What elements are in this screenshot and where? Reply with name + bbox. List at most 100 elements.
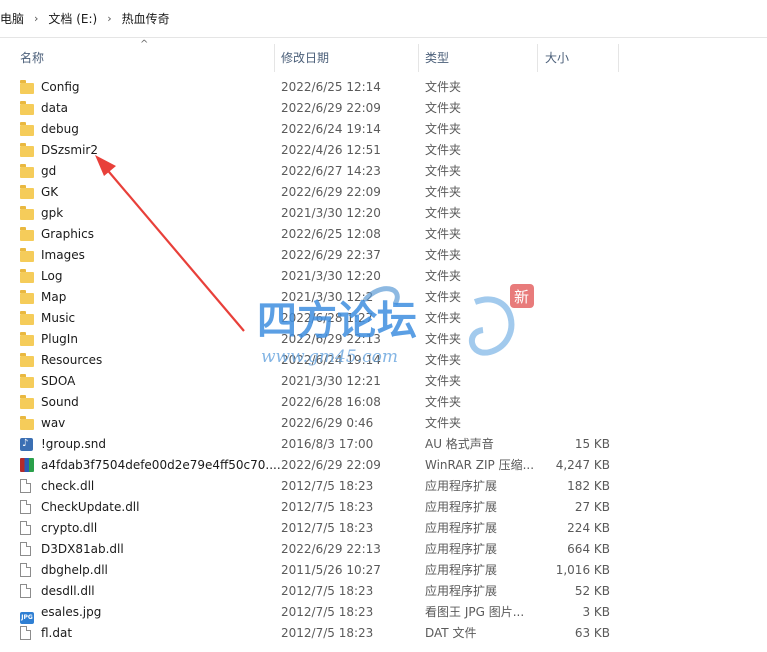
file-name: crypto.dll <box>41 521 98 535</box>
file-row[interactable]: PlugIn 2022/6/29 22:13 文件夹 <box>0 329 767 350</box>
file-modified-date: 2022/6/25 12:08 <box>281 227 381 241</box>
file-icon <box>20 626 36 641</box>
dll-file-icon <box>20 500 36 515</box>
file-row[interactable]: data 2022/6/29 22:09 文件夹 <box>0 98 767 119</box>
file-name: DSzsmir2 <box>41 143 98 157</box>
folder-icon <box>20 206 36 221</box>
breadcrumb-item-computer[interactable]: 电脑 <box>0 10 24 27</box>
column-header-size[interactable]: 大小 <box>545 44 569 72</box>
file-row[interactable]: wav 2022/6/29 0:46 文件夹 <box>0 413 767 434</box>
file-type: 文件夹 <box>425 269 462 283</box>
file-name: !group.snd <box>41 437 106 451</box>
file-row[interactable]: Music 2022/6/28 1:27 文件夹 <box>0 308 767 329</box>
file-row[interactable]: !group.snd 2016/8/3 17:00 AU 格式声音 15 KB <box>0 433 767 455</box>
file-type: 文件夹 <box>425 395 462 409</box>
file-name: data <box>41 101 69 115</box>
file-row[interactable]: a4fdab3f7504defe00d2e79e4ff50c70.... 2022… <box>0 455 767 476</box>
column-header-row: ^ 名称 修改日期 类型 大小 <box>0 39 767 72</box>
file-row[interactable]: Sound 2022/6/28 16:08 文件夹 <box>0 392 767 413</box>
file-type: 文件夹 <box>425 80 462 94</box>
file-size: 3 KB <box>582 605 610 619</box>
file-row[interactable]: gpk 2021/3/30 12:20 文件夹 <box>0 203 767 224</box>
file-row[interactable]: check.dll 2012/7/5 18:23 应用程序扩展 182 KB <box>0 476 767 497</box>
column-divider[interactable] <box>418 44 419 72</box>
folder-icon <box>20 185 36 200</box>
column-header-type[interactable]: 类型 <box>425 44 449 72</box>
file-row[interactable]: D3DX81ab.dll 2022/6/29 22:13 应用程序扩展 664 KB <box>0 539 767 560</box>
file-row[interactable]: CheckUpdate.dll 2012/7/5 18:23 应用程序扩展 27 KB <box>0 497 767 518</box>
file-type: 看图王 JPG 图片... <box>425 605 525 619</box>
file-row[interactable]: Resources 2022/6/24 19:14 文件夹 <box>0 350 767 371</box>
file-modified-date: 2022/6/29 22:09 <box>281 101 381 115</box>
file-row[interactable]: desdll.dll 2012/7/5 18:23 应用程序扩展 52 KB <box>0 581 767 602</box>
file-row[interactable]: JPG esales.jpg 2012/7/5 18:23 看图王 JPG 图片...… <box>0 602 767 624</box>
file-type: 文件夹 <box>425 143 462 157</box>
file-type: 应用程序扩展 <box>425 500 498 514</box>
file-size: 63 KB <box>574 626 610 640</box>
column-divider[interactable] <box>274 44 275 72</box>
folder-icon <box>20 374 36 389</box>
file-name: Music <box>41 311 76 325</box>
file-type: 文件夹 <box>425 206 462 220</box>
file-type: 文件夹 <box>425 248 462 262</box>
file-row[interactable]: SDOA 2021/3/30 12:21 文件夹 <box>0 371 767 392</box>
column-header-date[interactable]: 修改日期 <box>281 44 329 72</box>
folder-icon <box>20 122 36 137</box>
file-row[interactable]: Graphics 2022/6/25 12:08 文件夹 <box>0 224 767 245</box>
file-type: 应用程序扩展 <box>425 479 498 493</box>
breadcrumb-item-drive[interactable]: 文档 (E:) <box>48 10 97 27</box>
file-name: desdll.dll <box>41 584 95 598</box>
file-row[interactable]: fl.dat 2012/7/5 18:23 DAT 文件 63 KB <box>0 623 767 644</box>
file-modified-date: 2016/8/3 17:00 <box>281 437 374 451</box>
chevron-right-icon[interactable]: › <box>107 12 111 25</box>
file-row[interactable]: DSzsmir2 2022/4/26 12:51 文件夹 <box>0 140 767 161</box>
column-header-name[interactable]: 名称 <box>20 44 44 72</box>
dll-file-icon <box>20 521 36 536</box>
file-row[interactable]: Log 2021/3/30 12:20 文件夹 <box>0 266 767 287</box>
dll-file-icon <box>20 563 36 578</box>
file-size: 15 KB <box>574 437 610 451</box>
file-modified-date: 2022/6/24 19:14 <box>281 353 381 367</box>
file-type: 文件夹 <box>425 185 462 199</box>
file-modified-date: 2012/7/5 18:23 <box>281 500 374 514</box>
file-row[interactable]: Map 2021/3/30 12:2 文件夹 <box>0 287 767 308</box>
file-type: 文件夹 <box>425 164 462 178</box>
breadcrumb-item-folder[interactable]: 热血传奇 <box>122 10 170 27</box>
file-name: Log <box>41 269 63 283</box>
file-row[interactable]: dbghelp.dll 2011/5/26 10:27 应用程序扩展 1,016 KB <box>0 560 767 581</box>
file-type: 文件夹 <box>425 374 462 388</box>
file-type: 文件夹 <box>425 311 462 325</box>
folder-icon <box>20 101 36 116</box>
chevron-right-icon[interactable]: › <box>34 12 38 25</box>
file-modified-date: 2021/3/30 12:2 <box>281 290 374 304</box>
file-name: D3DX81ab.dll <box>41 542 124 556</box>
file-type: 应用程序扩展 <box>425 563 498 577</box>
folder-icon <box>20 227 36 242</box>
file-name: Resources <box>41 353 103 367</box>
file-row[interactable]: Images 2022/6/29 22:37 文件夹 <box>0 245 767 266</box>
folder-icon <box>20 290 36 305</box>
file-modified-date: 2022/6/27 14:23 <box>281 164 381 178</box>
audio-file-icon <box>20 433 36 454</box>
file-row[interactable]: debug 2022/6/24 19:14 文件夹 <box>0 119 767 140</box>
column-divider[interactable] <box>618 44 619 72</box>
file-modified-date: 2022/6/25 12:14 <box>281 80 381 94</box>
file-row[interactable]: gd 2022/6/27 14:23 文件夹 <box>0 161 767 182</box>
file-row[interactable]: crypto.dll 2012/7/5 18:23 应用程序扩展 224 KB <box>0 518 767 539</box>
file-modified-date: 2022/6/29 22:09 <box>281 458 381 472</box>
file-row[interactable]: Config 2022/6/25 12:14 文件夹 <box>0 77 767 98</box>
file-name: PlugIn <box>41 332 78 346</box>
column-divider[interactable] <box>537 44 538 72</box>
winrar-archive-icon <box>20 458 36 473</box>
file-name: esales.jpg <box>41 605 102 619</box>
file-name: a4fdab3f7504defe00d2e79e4ff50c70.... <box>41 458 281 472</box>
dll-file-icon <box>20 584 36 599</box>
dll-file-icon <box>20 542 36 557</box>
file-type: 文件夹 <box>425 122 462 136</box>
jpg-image-icon: JPG <box>20 605 36 624</box>
file-modified-date: 2011/5/26 10:27 <box>281 563 381 577</box>
file-name: Map <box>41 290 67 304</box>
file-modified-date: 2022/6/28 16:08 <box>281 395 381 409</box>
file-row[interactable]: GK 2022/6/29 22:09 文件夹 <box>0 182 767 203</box>
file-name: fl.dat <box>41 626 73 640</box>
